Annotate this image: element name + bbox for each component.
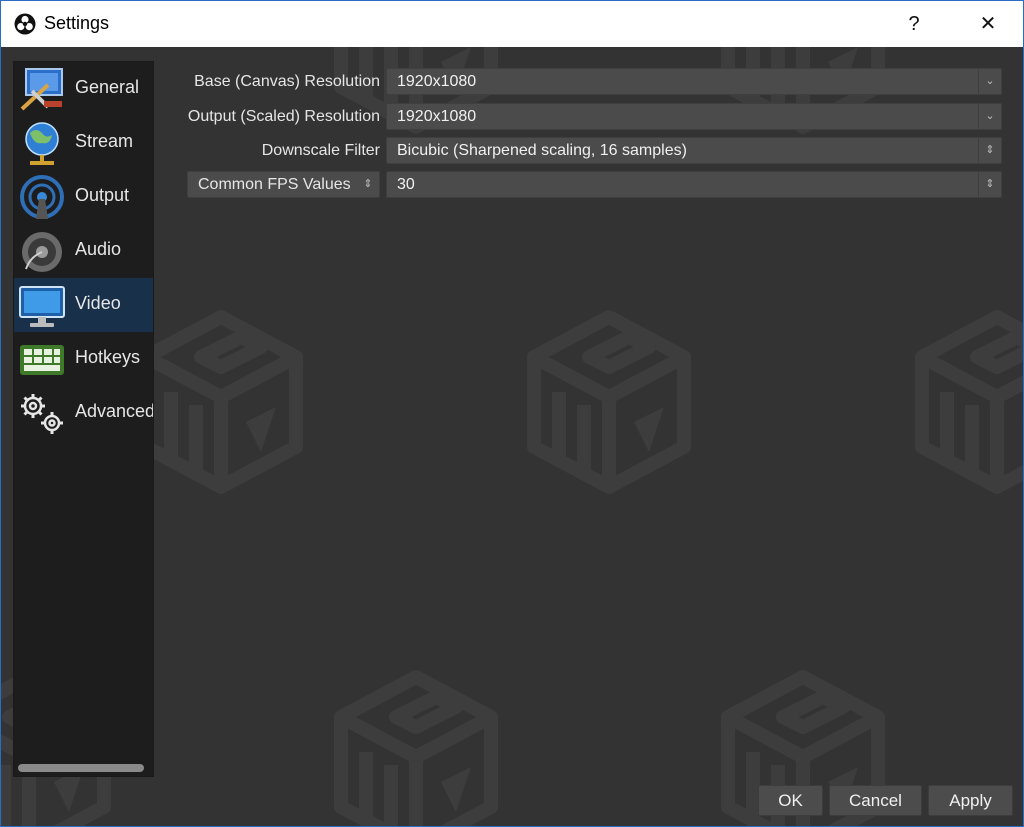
sidebar-item-hotkeys[interactable]: Hotkeys <box>14 332 153 386</box>
sidebar-item-label: Output <box>75 185 130 205</box>
chevron-down-icon: ⌄ <box>978 69 1001 94</box>
downscale-filter-label: Downscale Filter <box>261 142 380 159</box>
background-watermark <box>1 47 1023 827</box>
fps-value: 30 <box>397 176 415 193</box>
base-resolution-combo[interactable]: 1920x1080 ⌄ <box>386 68 1002 95</box>
sidebar-item-label: Audio <box>75 239 122 259</box>
sidebar-scrollbar[interactable] <box>18 764 144 772</box>
up-down-arrows-icon: ⇕ <box>978 172 1001 197</box>
fps-type-select[interactable]: Common FPS Values ⇕ <box>187 171 380 198</box>
downscale-filter-select[interactable]: Bicubic (Sharpened scaling, 16 samples) … <box>386 137 1002 164</box>
obs-logo-icon <box>14 13 36 35</box>
speaker-icon <box>22 232 62 272</box>
output-resolution-value: 1920x1080 <box>397 108 477 125</box>
sidebar-item-label: General <box>75 77 140 97</box>
sidebar-item-label: Video <box>75 293 121 313</box>
up-down-arrows-icon: ⇕ <box>363 178 373 190</box>
settings-window: Settings ? ✕ General Stream Output Audio… <box>0 0 1024 827</box>
sidebar-item-audio[interactable]: Audio <box>14 224 153 278</box>
sidebar-item-stream[interactable]: Stream <box>14 116 153 170</box>
chevron-down-icon: ⌄ <box>978 104 1001 129</box>
apply-button[interactable]: Apply <box>928 785 1013 816</box>
sidebar-item-general[interactable]: General <box>14 62 153 116</box>
monitor-icon <box>19 286 65 327</box>
sidebar-item-label: Stream <box>75 131 134 151</box>
sidebar-item-video[interactable]: Video <box>14 278 153 332</box>
up-down-arrows-icon: ⇕ <box>978 138 1001 163</box>
fps-type-value: Common FPS Values <box>198 176 351 193</box>
gears-icon <box>21 394 63 434</box>
close-button[interactable]: ✕ <box>965 1 1011 47</box>
base-resolution-value: 1920x1080 <box>397 73 477 90</box>
settings-content: General Stream Output Audio Video Hotkey… <box>1 47 1023 827</box>
globe-icon <box>25 122 59 165</box>
output-resolution-label: Output (Scaled) Resolution <box>187 108 380 125</box>
sidebar-item-label: Advanced <box>75 401 154 421</box>
general-icon <box>20 68 63 111</box>
window-title: Settings <box>44 13 110 33</box>
output-resolution-combo[interactable]: 1920x1080 ⌄ <box>386 103 1002 130</box>
help-button[interactable]: ? <box>891 1 937 47</box>
sidebar-item-label: Hotkeys <box>75 347 141 367</box>
sidebar-item-output[interactable]: Output <box>14 170 153 224</box>
downscale-filter-value: Bicubic (Sharpened scaling, 16 samples) <box>397 142 687 159</box>
fps-value-select[interactable]: 30 ⇕ <box>386 171 1002 198</box>
settings-sidebar: General Stream Output Audio Video Hotkey… <box>13 61 154 777</box>
antenna-icon <box>20 175 64 219</box>
cancel-button[interactable]: Cancel <box>829 785 922 816</box>
keyboard-icon <box>20 345 64 375</box>
base-resolution-label: Base (Canvas) Resolution <box>194 73 380 90</box>
sidebar-item-advanced[interactable]: Advanced <box>14 386 154 440</box>
ok-button[interactable]: OK <box>758 785 823 816</box>
title-bar: Settings ? ✕ <box>1 0 1023 47</box>
